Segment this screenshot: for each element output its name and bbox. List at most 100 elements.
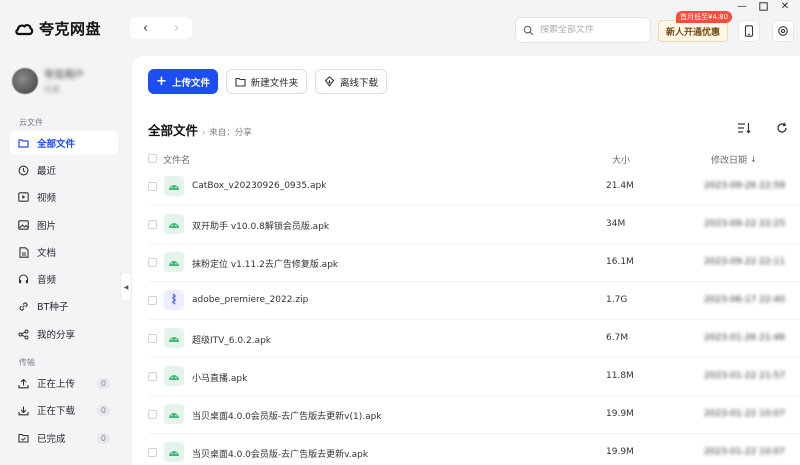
- top-bar: 夸克网盘 ‹ › 新人开通优惠 首月低至¥4.80 —: [0, 0, 800, 58]
- table-row[interactable]: 双开助手 v10.0.8解锁会员版.apk 34M 2023-09-22 22:…: [132, 206, 800, 244]
- sidebar-item-label: 文档: [37, 248, 57, 259]
- promo-button[interactable]: 新人开通优惠: [658, 20, 728, 42]
- row-checkbox[interactable]: [148, 372, 157, 381]
- file-date-value: 2023-09-22 22:11: [704, 257, 786, 267]
- count-badge: 0: [96, 377, 110, 389]
- file-name[interactable]: 当贝桌面4.0.0会员版-去广告版去更新v(1).apk: [192, 409, 382, 422]
- sidebar-item-label: 正在上传: [37, 379, 76, 390]
- page-title[interactable]: 全部文件: [148, 120, 198, 139]
- android-icon: [164, 404, 184, 424]
- breadcrumb: 全部文件 › 来自：分享: [148, 120, 252, 139]
- file-name[interactable]: 当贝桌面4.0.0会员版-去广告版去更新v.apk: [192, 447, 368, 460]
- file-name[interactable]: 超级ITV_6.0.2.apk: [192, 333, 271, 346]
- android-icon: [164, 328, 184, 348]
- file-size: 19.9M: [606, 409, 634, 419]
- user-profile[interactable]: 夸克用户 容量: [12, 66, 84, 95]
- sidebar-item-downloading[interactable]: 正在下载 0: [10, 398, 118, 422]
- new-folder-button[interactable]: 新建文件夹: [226, 69, 307, 94]
- file-size: 21.4M: [606, 181, 634, 191]
- table-row[interactable]: 当贝桌面4.0.0会员版-去广告版去更新v(1).apk 19.9M 2023-…: [132, 396, 800, 434]
- table-row[interactable]: CatBox_v20230926_0935.apk 21.4M 2023-09-…: [132, 168, 800, 206]
- section-title-transfer: 传输: [19, 358, 35, 367]
- close-button[interactable]: ✕: [778, 0, 792, 12]
- file-name[interactable]: 双开助手 v10.0.8解锁会员版.apk: [192, 219, 329, 232]
- row-checkbox[interactable]: [148, 258, 157, 267]
- table-header: 文件名 大小 修改日期 ↓: [132, 150, 800, 168]
- chevron-right-icon: ›: [173, 20, 180, 36]
- sidebar-item-label: 我的分享: [37, 330, 76, 341]
- sort-icon: [737, 123, 751, 134]
- sidebar-item-video[interactable]: 视频: [10, 185, 118, 209]
- mobile-app-button[interactable]: [738, 20, 760, 42]
- refresh-icon: [777, 122, 787, 133]
- user-subtitle: 容量: [44, 85, 60, 94]
- search-box[interactable]: [515, 17, 651, 43]
- check-folder-icon: [18, 433, 29, 444]
- minimize-icon: —: [737, 0, 747, 12]
- row-checkbox[interactable]: [148, 182, 157, 191]
- file-date-value: 2023-01-22 21:57: [704, 371, 786, 381]
- select-all-checkbox[interactable]: [148, 154, 157, 163]
- search-input[interactable]: [540, 25, 640, 35]
- search-icon: [523, 25, 534, 35]
- file-date: 2023-09-22 22:25: [704, 219, 785, 229]
- sidebar-item-label: 正在下载: [37, 406, 76, 417]
- file-date-value: 2023-01-26 21:46: [704, 333, 786, 343]
- sidebar-item-label: 音频: [37, 275, 57, 286]
- row-checkbox[interactable]: [148, 334, 157, 343]
- app-name: 夸克网盘: [39, 20, 102, 38]
- count-badge: 0: [96, 432, 110, 444]
- table-row[interactable]: 超级ITV_6.0.2.apk 6.7M 2023-01-26 21:46: [132, 320, 800, 358]
- table-row[interactable]: 当贝桌面4.0.0会员版-去广告版去更新v.apk 19.9M 2023-01-…: [132, 434, 800, 465]
- avatar[interactable]: [12, 67, 38, 94]
- user-name: 夸克用户: [44, 70, 84, 81]
- sort-button[interactable]: [736, 120, 752, 136]
- upload-button[interactable]: + 上传文件: [148, 69, 218, 94]
- column-header-name[interactable]: 文件名: [163, 153, 190, 166]
- sidebar-item-images[interactable]: 图片: [10, 213, 118, 237]
- upload-button-label: 上传文件: [171, 77, 210, 89]
- link-icon: [18, 301, 29, 312]
- table-row[interactable]: adobe_premiere_2022.zip 1.7G 2023-06-17 …: [132, 282, 800, 320]
- file-name[interactable]: CatBox_v20230926_0935.apk: [192, 181, 326, 191]
- android-icon: [164, 366, 184, 386]
- document-icon: [18, 246, 29, 258]
- sidebar-item-audio[interactable]: 音频: [10, 267, 118, 291]
- phone-icon: [744, 25, 754, 37]
- back-button[interactable]: ‹: [130, 17, 161, 39]
- sidebar-item-documents[interactable]: 文档: [10, 240, 118, 264]
- row-checkbox[interactable]: [148, 296, 157, 305]
- sidebar-item-label: 全部文件: [37, 139, 76, 150]
- close-icon: ✕: [780, 0, 790, 12]
- file-name[interactable]: 抹粉定位 v1.11.2去广告修复版.apk: [192, 257, 338, 270]
- table-row[interactable]: 抹粉定位 v1.11.2去广告修复版.apk 16.1M 2023-09-22 …: [132, 244, 800, 282]
- row-checkbox[interactable]: [148, 220, 157, 229]
- file-date: 2023-01-22 10:07: [704, 447, 785, 457]
- sidebar-item-recent[interactable]: 最近: [10, 158, 118, 182]
- maximize-button[interactable]: [756, 0, 770, 12]
- refresh-button[interactable]: [774, 120, 790, 136]
- sidebar-item-uploading[interactable]: 正在上传 0: [10, 371, 118, 395]
- row-checkbox[interactable]: [148, 448, 157, 457]
- sidebar-item-label: 已完成: [37, 434, 66, 445]
- file-name[interactable]: 小马直播.apk: [192, 371, 247, 384]
- sidebar-collapse-toggle[interactable]: ◀: [121, 273, 131, 301]
- column-header-size[interactable]: 大小: [612, 153, 630, 166]
- sidebar-item-all-files[interactable]: 全部文件: [10, 131, 118, 155]
- minimize-button[interactable]: —: [735, 0, 749, 12]
- sidebar-item-my-shares[interactable]: 我的分享: [10, 322, 118, 346]
- sidebar-item-completed[interactable]: 已完成 0: [10, 426, 118, 450]
- file-date-value: 2023-01-22 10:07: [704, 447, 786, 457]
- chevron-right-icon: ›: [202, 128, 206, 137]
- file-name[interactable]: adobe_premiere_2022.zip: [192, 295, 308, 305]
- table-row[interactable]: 小马直播.apk 11.8M 2023-01-22 21:57: [132, 358, 800, 396]
- forward-button[interactable]: ›: [161, 17, 192, 39]
- settings-button[interactable]: [772, 20, 794, 42]
- row-checkbox[interactable]: [148, 410, 157, 419]
- sidebar-item-bt[interactable]: BT种子: [10, 294, 118, 318]
- file-date: 2023-09-26 22:59: [704, 181, 785, 191]
- app-logo[interactable]: 夸克网盘: [14, 18, 101, 39]
- offline-download-button[interactable]: 离线下载: [315, 69, 387, 94]
- gear-icon: [778, 26, 788, 36]
- column-header-date[interactable]: 修改日期 ↓: [711, 153, 757, 166]
